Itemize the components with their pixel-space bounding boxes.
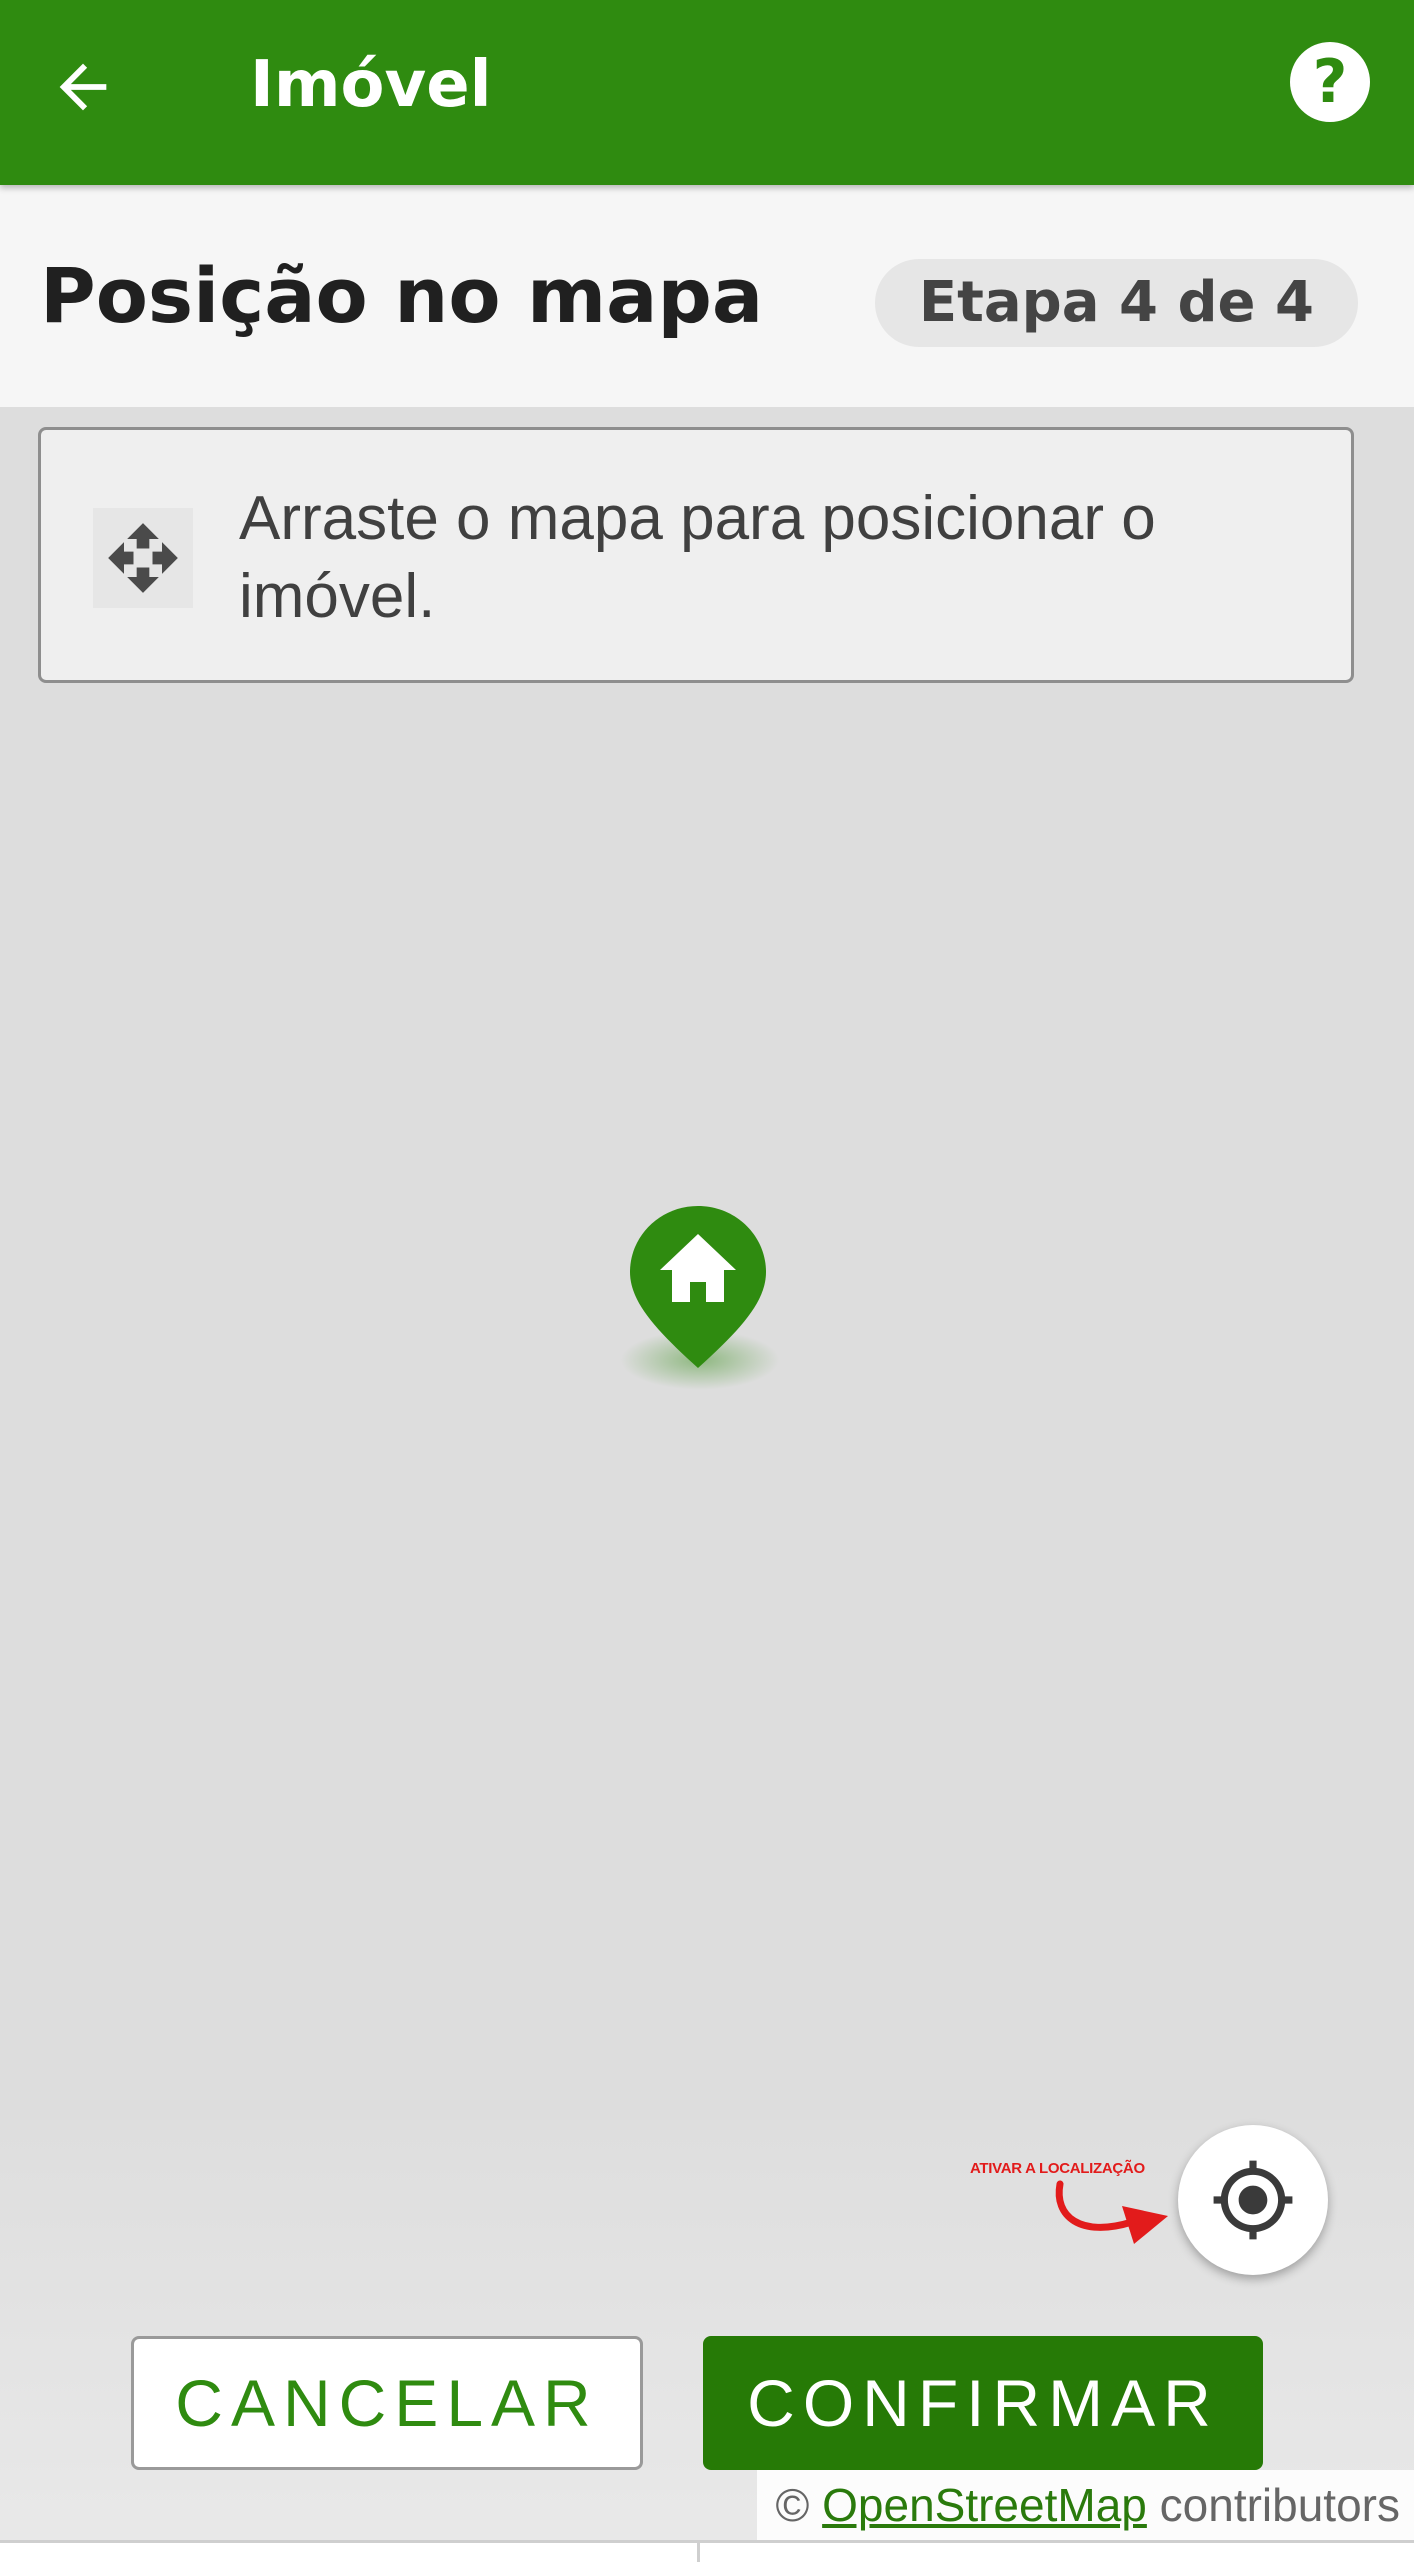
step-badge: Etapa 4 de 4	[874, 259, 1358, 347]
bottom-divider	[0, 2540, 1414, 2543]
arrow-left-icon	[59, 63, 107, 111]
app-title: Imóvel	[250, 48, 492, 122]
app-bar: Imóvel ?	[0, 0, 1414, 185]
attribution-prefix: ©	[775, 2479, 823, 2531]
hint-text: Arraste o mapa para posicionar o imóvel.	[239, 484, 1156, 631]
annotation-arrow-icon	[1055, 2180, 1168, 2244]
openstreetmap-link[interactable]: OpenStreetMap	[822, 2479, 1147, 2531]
back-button[interactable]	[38, 42, 128, 132]
step-title: Posição no mapa	[40, 251, 764, 340]
locate-annotation: ATIVAR A LOCALIZAÇÃO	[970, 2160, 1145, 2177]
home-marker-icon	[626, 1202, 770, 1372]
confirm-button[interactable]: CONFIRMAR	[703, 2336, 1263, 2470]
help-button[interactable]: ?	[1290, 42, 1370, 122]
move-arrows-icon	[93, 508, 193, 608]
map-attribution: © OpenStreetMap contributors	[757, 2470, 1414, 2540]
bottom-divider-vertical	[697, 2542, 700, 2562]
attribution-suffix: contributors	[1146, 2479, 1400, 2531]
help-circle-icon: ?	[1312, 47, 1348, 117]
locate-me-button[interactable]	[1178, 2125, 1328, 2275]
step-header: Posição no mapa Etapa 4 de 4	[0, 185, 1414, 407]
crosshair-gps-icon	[1213, 2160, 1293, 2240]
bottom-strip	[0, 2540, 1414, 2562]
cancel-button[interactable]: CANCELAR	[131, 2336, 643, 2470]
hint-card: Arraste o mapa para posicionar o imóvel.	[38, 427, 1354, 683]
